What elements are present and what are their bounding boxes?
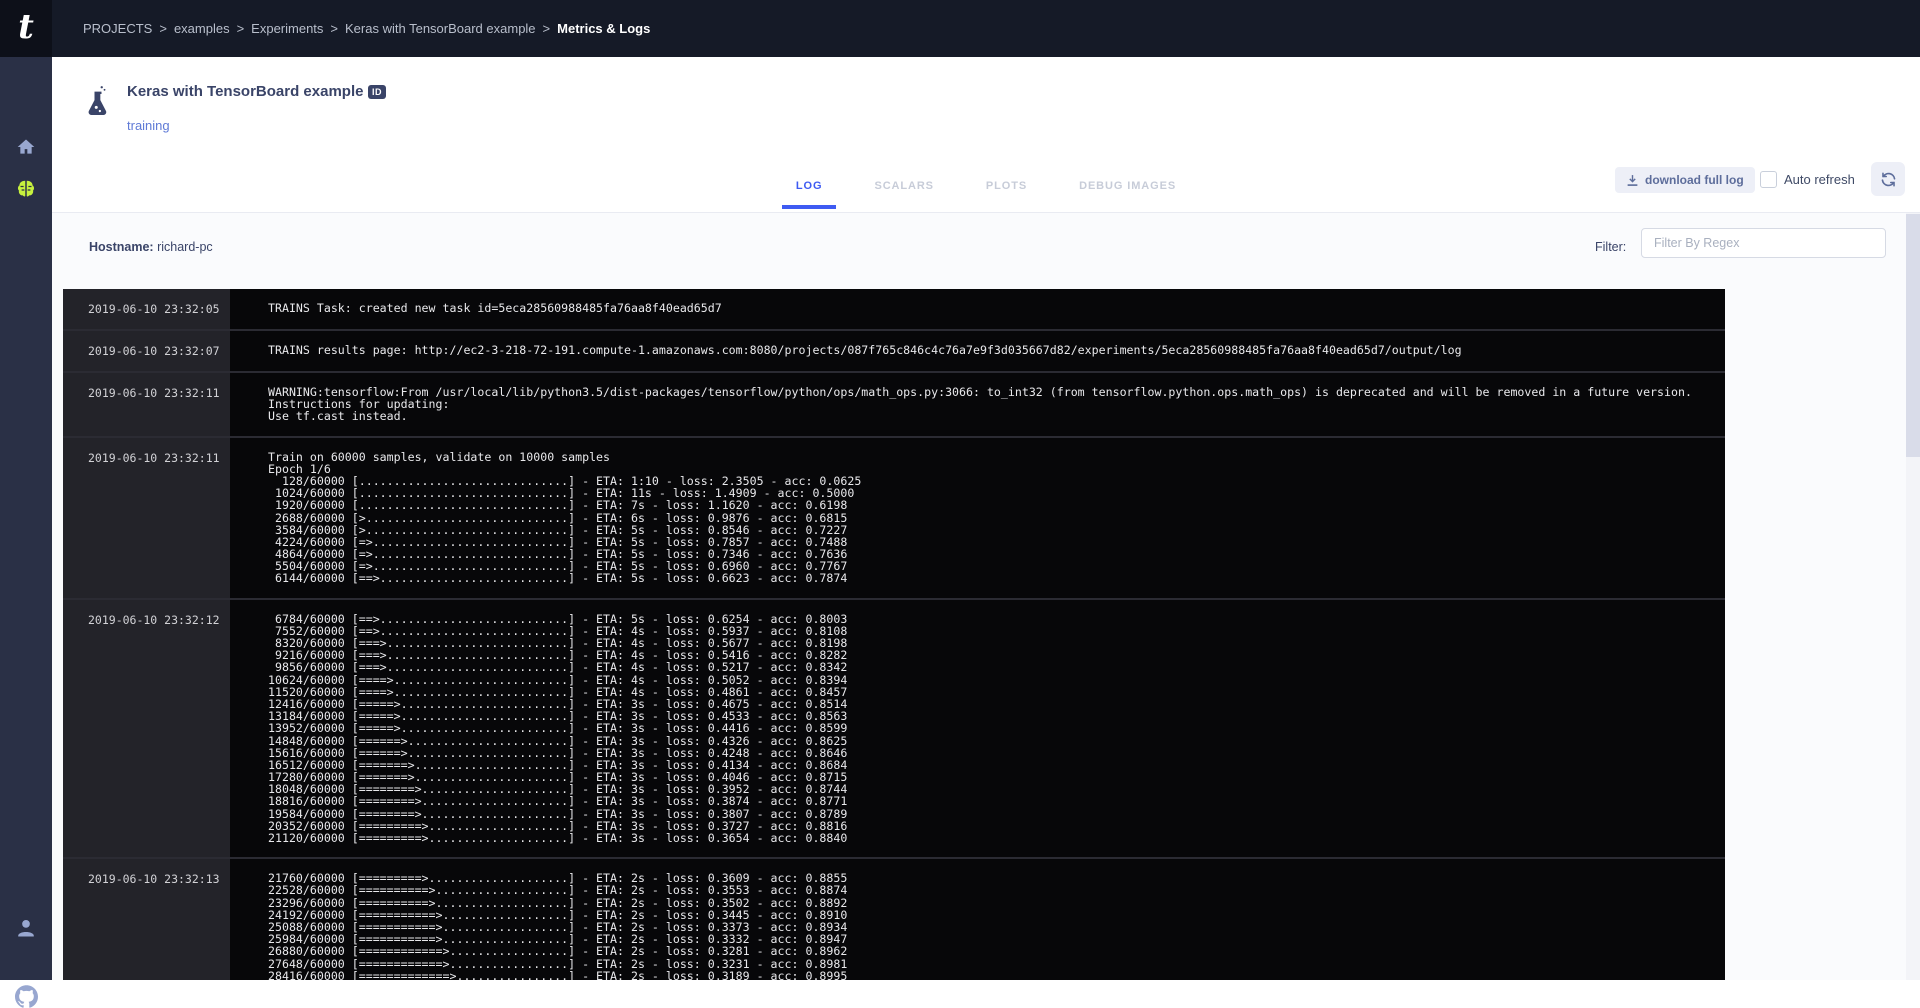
tab-plots[interactable]: PLOTS [986,160,1027,213]
breadcrumb-separator: > [330,21,338,36]
log-message: Train on 60000 samples, validate on 1000… [230,438,1725,598]
log-row: 2019-06-10 23:32:1321760/60000 [========… [63,857,1725,980]
auto-refresh-label: Auto refresh [1784,172,1855,187]
log-terminal: 2019-06-10 23:32:05 TRAINS Task: created … [63,289,1725,980]
hostname-label: Hostname: [89,240,154,254]
breadcrumb-current: Metrics & Logs [557,21,650,36]
home-icon[interactable] [0,137,52,157]
log-line: 22528/60000 [==========>................… [268,884,1725,896]
github-icon[interactable] [0,985,52,1008]
user-icon-glyph [15,917,37,939]
breadcrumb-item[interactable]: Keras with TensorBoard example [345,21,536,36]
log-line: 6784/60000 [==>.........................… [268,613,1725,625]
log-line: 14848/60000 [======>....................… [268,735,1725,747]
log-line: WARNING:tensorflow:From /usr/local/lib/p… [268,386,1725,398]
download-full-log-label: download full log [1645,173,1744,187]
log-line: 21120/60000 [=========>.................… [268,832,1725,844]
log-line: 13952/60000 [=====>.....................… [268,722,1725,734]
log-line: 18816/60000 [========>..................… [268,795,1725,807]
home-icon-glyph [16,137,36,157]
breadcrumb-separator: > [543,21,551,36]
github-icon-glyph [15,985,38,1008]
breadcrumb-separator: > [159,21,167,36]
id-badge[interactable]: ID [368,85,386,99]
scrollbar-thumb[interactable] [1906,214,1920,457]
log-line: 10624/60000 [====>......................… [268,674,1725,686]
log-timestamp: 2019-06-10 23:32:11 [63,373,230,436]
refresh-icon [1880,171,1897,188]
experiment-subtitle: training [127,118,170,133]
experiment-title: Keras with TensorBoard example [127,83,363,100]
trains-logo-letter: t [18,10,34,48]
filter-regex-input[interactable] [1641,228,1886,258]
log-timestamp: 2019-06-10 23:32:11 [63,438,230,598]
brain-projects-icon[interactable] [0,178,52,200]
log-row: 2019-06-10 23:32:11 Train on 60000 sample… [63,436,1725,598]
log-line: 27648/60000 [============>..............… [268,958,1725,970]
log-row: 2019-06-10 23:32:11 WARNING:tensorflow:Fr… [63,371,1725,436]
user-profile-icon[interactable] [0,917,52,939]
filter-label: Filter: [1595,240,1626,254]
trains-logo[interactable]: t [0,0,52,57]
log-line: 28416/60000 [=============>.............… [268,970,1725,980]
breadcrumb-item[interactable]: PROJECTS [83,21,152,36]
log-row: 2019-06-10 23:32:12 6784/60000 [==>.....… [63,598,1725,858]
log-line: 6144/60000 [==>.........................… [268,572,1725,584]
log-timestamp: 2019-06-10 23:32:05 [63,289,230,329]
breadcrumb-item[interactable]: examples [174,21,230,36]
log-timestamp: 2019-06-10 23:32:12 [63,600,230,858]
top-bar: t PROJECTS > examples > Experiments > Keras wi… [0,0,1920,57]
experiment-flask-icon [84,83,112,124]
hostname-value: richard-pc [157,240,213,254]
log-line: 2688/60000 [>...........................… [268,512,1725,524]
download-icon [1626,174,1639,187]
flask-icon-glyph [84,83,112,119]
log-message: TRAINS Task: created new task id=5eca285… [230,289,1725,329]
log-line: 23296/60000 [==========>................… [268,897,1725,909]
tab-debug-images[interactable]: DEBUG IMAGES [1079,160,1176,213]
tab-log[interactable]: LOG [796,160,823,213]
log-row: 2019-06-10 23:32:05 TRAINS Task: created … [63,289,1725,329]
breadcrumb: PROJECTS > examples > Experiments > Keras with… [83,0,650,57]
hostname-line: Hostname: richard-pc [89,240,213,254]
log-line: Train on 60000 samples, validate on 1000… [268,451,1725,463]
brain-icon-glyph [15,178,37,200]
log-message: 6784/60000 [==>.........................… [230,600,1725,858]
download-full-log-button[interactable]: download full log [1615,167,1755,193]
log-timestamp: 2019-06-10 23:32:13 [63,859,230,980]
breadcrumb-item[interactable]: Experiments [251,21,323,36]
log-line: 9856/60000 [===>........................… [268,661,1725,673]
sidebar [0,57,52,980]
log-line: Use tf.cast instead. [268,410,1725,422]
refresh-button[interactable] [1871,162,1905,196]
auto-refresh-checkbox[interactable] [1760,171,1777,188]
log-line: 26880/60000 [============>..............… [268,945,1725,957]
log-row: 2019-06-10 23:32:07 TRAINS results page: … [63,329,1725,371]
log-message: TRAINS results page: http://ec2-3-218-72… [230,331,1725,371]
log-line: TRAINS results page: http://ec2-3-218-72… [268,344,1725,356]
log-line: Instructions for updating: [268,398,1725,410]
log-timestamp: 2019-06-10 23:32:07 [63,331,230,371]
log-message: WARNING:tensorflow:From /usr/local/lib/p… [230,373,1725,436]
log-line: 19584/60000 [========>..................… [268,808,1725,820]
tab-scalars[interactable]: SCALARS [874,160,933,213]
log-line: 1920/60000 [............................… [268,499,1725,511]
breadcrumb-separator: > [237,21,245,36]
log-message: 21760/60000 [=========>.................… [230,859,1725,980]
log-line: TRAINS Task: created new task id=5eca285… [268,302,1725,314]
